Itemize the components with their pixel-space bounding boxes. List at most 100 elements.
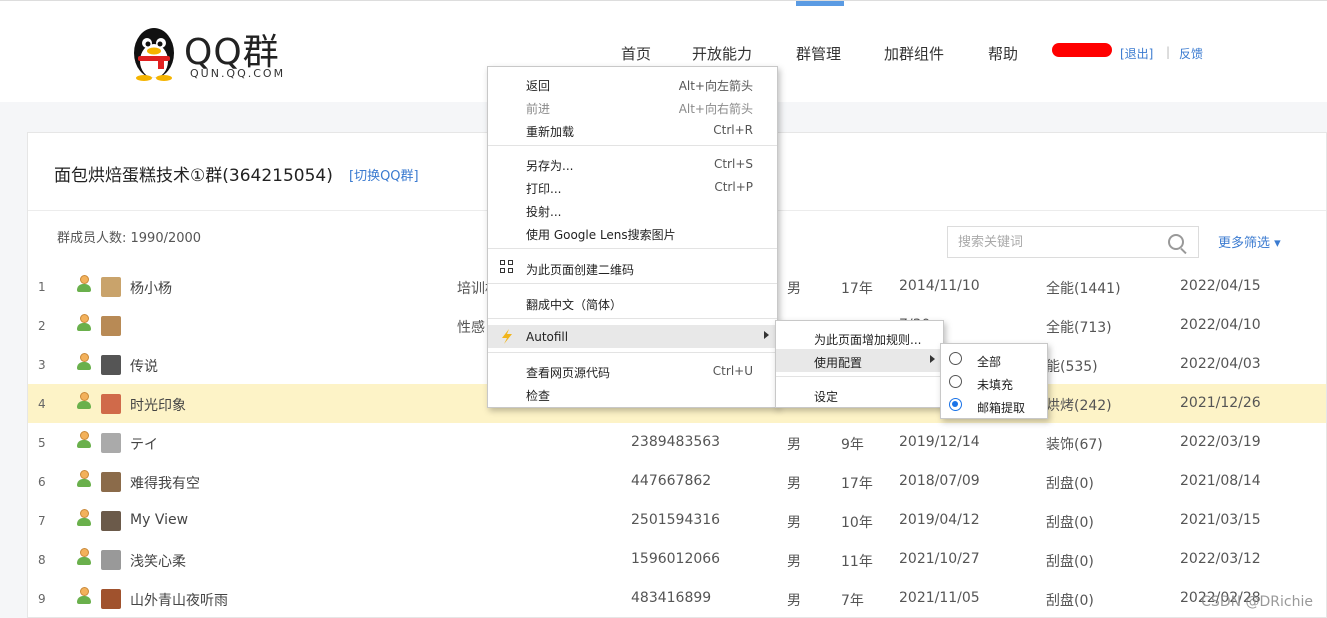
radio-email-extract[interactable]: 邮箱提取 xyxy=(941,394,1047,417)
avatar[interactable] xyxy=(101,550,121,570)
row-index: 2 xyxy=(38,319,46,333)
nav-join-widget[interactable]: 加群组件 xyxy=(884,43,944,64)
search-icon[interactable] xyxy=(1168,234,1184,250)
qq-group-logo[interactable]: QQ群 QUN.QQ.COM xyxy=(130,23,300,83)
member-sex: 男 xyxy=(787,554,801,570)
member-sex: 男 xyxy=(787,476,801,492)
member-last-speak: 2021/08/14 xyxy=(1180,473,1261,489)
member-nickname[interactable]: 杨小杨 xyxy=(130,278,172,298)
avatar[interactable] xyxy=(101,589,121,609)
member-q-age: 7年 xyxy=(841,593,864,609)
submenu-arrow-icon xyxy=(930,355,935,363)
nav-open-capability[interactable]: 开放能力 xyxy=(692,43,752,64)
member-sex: 男 xyxy=(787,437,801,453)
table-row[interactable]: 5 テイ 2389483563 男 9年 2019/12/14 装饰(67) 2022/03/… xyxy=(28,423,1326,462)
menu-back[interactable]: 返回 Alt+向左箭头 xyxy=(488,72,777,95)
avatar[interactable] xyxy=(101,472,121,492)
nav-home[interactable]: 首页 xyxy=(621,43,651,64)
member-nickname[interactable]: テイ xyxy=(130,434,158,454)
avatar[interactable] xyxy=(101,277,121,297)
member-last-speak: 2022/03/12 xyxy=(1180,551,1261,567)
member-nickname[interactable]: 山外青山夜听雨 xyxy=(130,590,228,610)
radio-unfilled[interactable]: 未填充 xyxy=(941,371,1047,394)
header-separator: | xyxy=(1166,45,1171,59)
avatar[interactable] xyxy=(101,355,121,375)
member-join-date: 2018/07/09 xyxy=(899,473,980,489)
menu-reload[interactable]: 重新加载 Ctrl+R xyxy=(488,118,777,141)
member-join-date: 2019/12/14 xyxy=(899,434,980,450)
member-level: 刮盘(0) xyxy=(1046,476,1094,492)
member-q-age: 17年 xyxy=(841,476,873,492)
member-nickname[interactable]: 浅笑心柔 xyxy=(130,551,186,571)
member-qq-number: 447667862 xyxy=(631,473,712,489)
autofill-bolt-icon xyxy=(502,329,512,344)
row-index: 6 xyxy=(38,475,46,489)
search-input[interactable] xyxy=(958,227,1168,257)
menu-google-lens[interactable]: 使用 Google Lens搜索图片 xyxy=(488,221,777,244)
member-nickname[interactable]: 时光印象 xyxy=(130,395,186,415)
member-qq-number: 2389483563 xyxy=(631,434,721,450)
more-filter-button[interactable]: 更多筛选 ▾ xyxy=(1218,232,1281,251)
member-level: 刮盘(0) xyxy=(1046,593,1094,609)
member-last-speak: 2022/04/10 xyxy=(1180,317,1261,333)
member-join-date: 2019/04/12 xyxy=(899,512,980,528)
user-icon xyxy=(77,548,91,566)
menu-cast[interactable]: 投射... xyxy=(488,198,777,221)
menu-view-source[interactable]: 查看网页源代码 Ctrl+U xyxy=(488,359,777,382)
menu-create-qr[interactable]: 为此页面创建二维码 xyxy=(488,256,777,279)
menu-separator xyxy=(488,352,777,353)
member-join-date: 2014/11/10 xyxy=(899,278,980,294)
menu-separator xyxy=(776,376,943,377)
nav-help[interactable]: 帮助 xyxy=(988,43,1018,64)
menu-inspect[interactable]: 检查 xyxy=(488,382,777,405)
table-row[interactable]: 6 难得我有空 447667862 男 17年 2018/07/09 刮盘(0) 2021/0… xyxy=(28,462,1326,501)
switch-group-link[interactable]: [切换QQ群] xyxy=(349,165,419,184)
avatar[interactable] xyxy=(101,433,121,453)
member-q-age: 9年 xyxy=(841,437,864,453)
qr-code-icon xyxy=(500,260,514,274)
menu-print[interactable]: 打印... Ctrl+P xyxy=(488,175,777,198)
menu-forward[interactable]: 前进 Alt+向右箭头 xyxy=(488,95,777,118)
logout-link[interactable]: [退出] xyxy=(1120,45,1153,62)
group-title: 面包烘焙蛋糕技术①群(364215054) xyxy=(54,166,333,186)
menu-save-as[interactable]: 另存为... Ctrl+S xyxy=(488,152,777,175)
row-index: 7 xyxy=(38,514,46,528)
user-icon xyxy=(77,431,91,449)
table-row[interactable]: 7 My View 2501594316 男 10年 2019/04/12 刮盘(0) 202… xyxy=(28,501,1326,540)
nav-active-indicator xyxy=(796,1,844,6)
feedback-link[interactable]: 反馈 xyxy=(1179,45,1203,62)
menu-use-config[interactable]: 使用配置 xyxy=(776,349,943,372)
user-icon xyxy=(77,587,91,605)
table-row[interactable]: 9 山外青山夜听雨 483416899 男 7年 2021/11/05 刮盘(0) 2022/… xyxy=(28,579,1326,618)
submenu-arrow-icon xyxy=(764,331,769,339)
avatar[interactable] xyxy=(101,316,121,336)
user-icon xyxy=(77,275,91,293)
menu-add-rule[interactable]: 为此页面增加规则... xyxy=(776,326,943,349)
row-index: 8 xyxy=(38,553,46,567)
nav-group-manage[interactable]: 群管理 xyxy=(796,43,841,64)
member-last-speak: 2021/03/15 xyxy=(1180,512,1261,528)
avatar[interactable] xyxy=(101,394,121,414)
member-nickname[interactable]: 传说 xyxy=(130,356,158,376)
menu-separator xyxy=(488,145,777,146)
member-q-age: 11年 xyxy=(841,554,873,570)
table-row[interactable]: 8 浅笑心柔 1596012066 男 11年 2021/10/27 刮盘(0) 2022/0… xyxy=(28,540,1326,579)
radio-all[interactable]: 全部 xyxy=(941,348,1047,371)
member-nickname[interactable]: My View xyxy=(130,512,188,528)
member-sex: 男 xyxy=(787,593,801,609)
watermark: CSDN @DRichie xyxy=(1201,594,1313,610)
member-qq-number: 2501594316 xyxy=(631,512,721,528)
row-index: 3 xyxy=(38,358,46,372)
menu-autofill[interactable]: Autofill xyxy=(488,325,777,348)
menu-separator xyxy=(488,283,777,284)
menu-translate[interactable]: 翻成中文（简体） xyxy=(488,291,777,314)
member-last-speak: 2021/12/26 xyxy=(1180,395,1261,411)
user-icon xyxy=(77,392,91,410)
avatar[interactable] xyxy=(101,511,121,531)
member-sex: 男 xyxy=(787,515,801,531)
menu-settings[interactable]: 设定 xyxy=(776,383,943,406)
member-level: 全能(1441) xyxy=(1046,281,1121,297)
member-nickname[interactable]: 难得我有空 xyxy=(130,473,200,493)
menu-separator xyxy=(488,248,777,249)
member-level: 烘烤(242) xyxy=(1046,398,1112,414)
